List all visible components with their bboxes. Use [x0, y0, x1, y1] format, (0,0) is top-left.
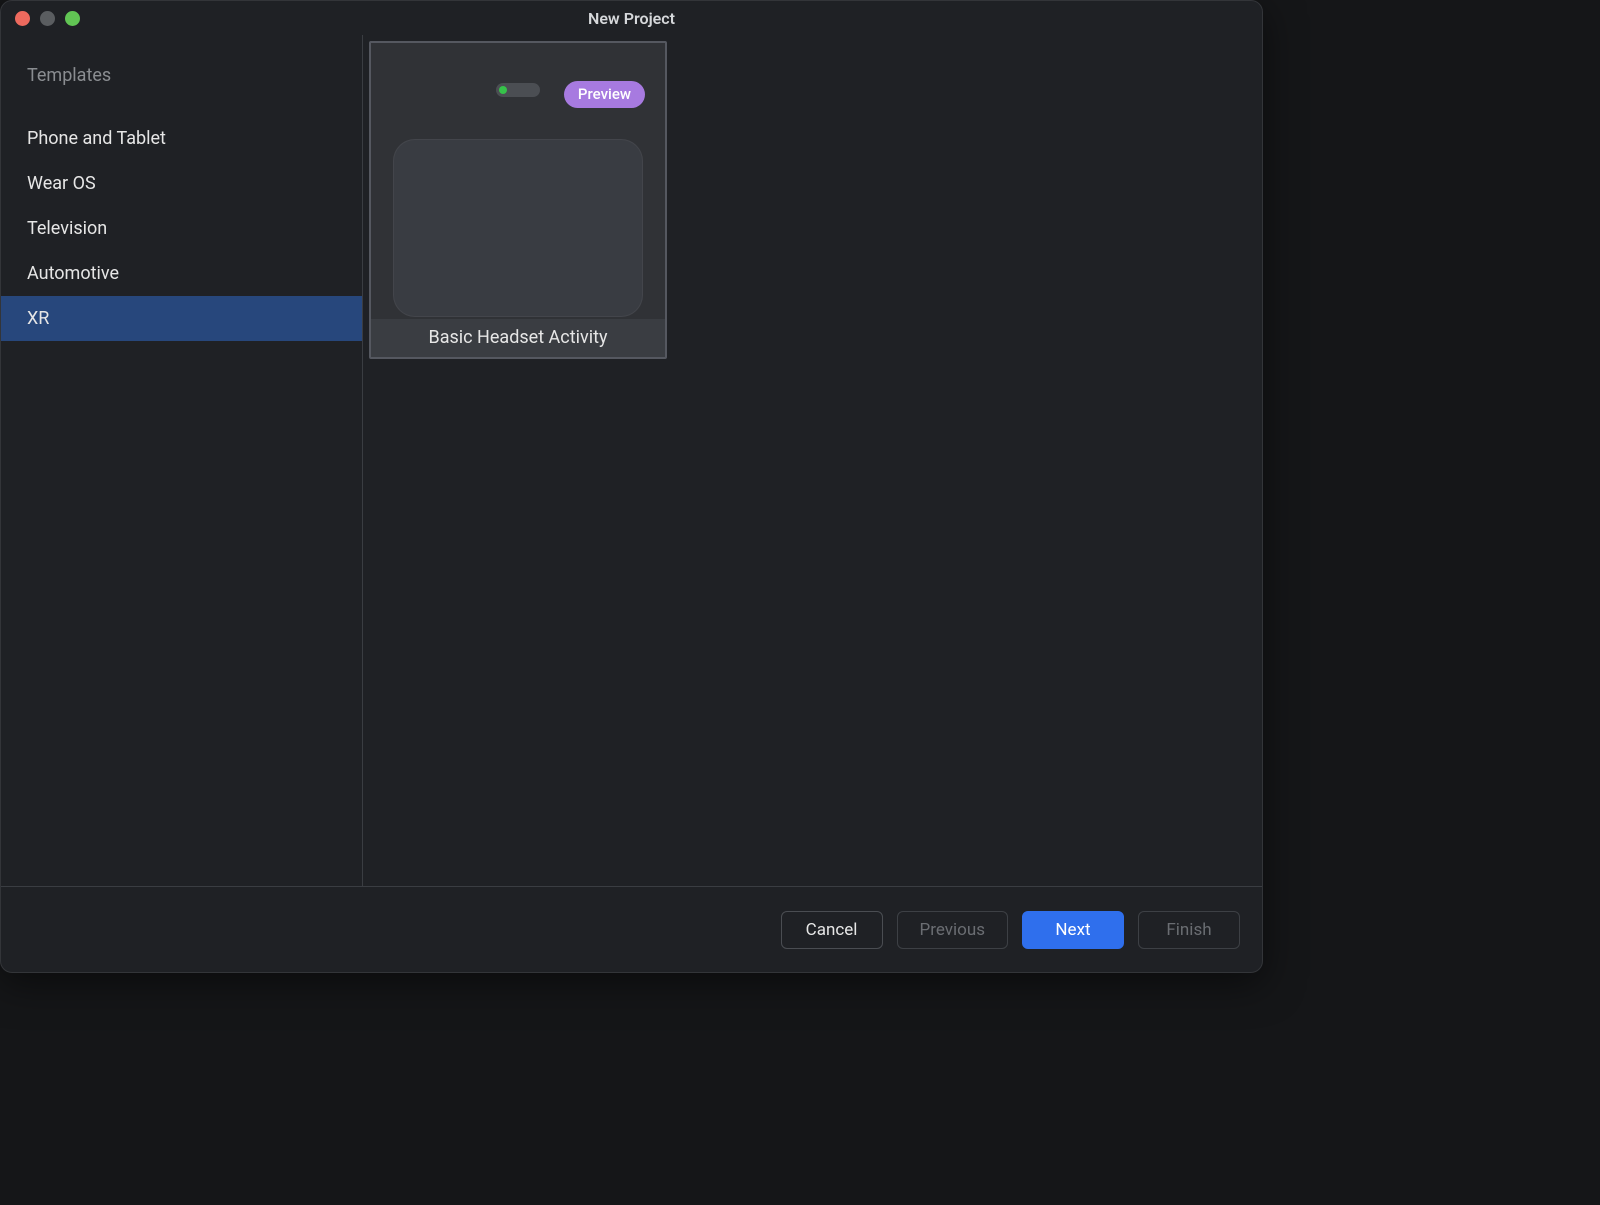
previous-button: Previous — [897, 911, 1008, 949]
template-card-basic-headset-activity[interactable]: Preview Basic Headset Activity — [369, 41, 667, 359]
new-project-dialog: New Project Templates Phone and Tablet W… — [0, 0, 1263, 973]
preview-badge: Preview — [564, 81, 645, 108]
window-title: New Project — [1, 9, 1262, 28]
sidebar-item-automotive[interactable]: Automotive — [1, 251, 362, 296]
headset-screen-icon — [393, 139, 643, 317]
minimize-window-icon[interactable] — [40, 11, 55, 26]
dialog-footer: Cancel Previous Next Finish — [1, 886, 1262, 972]
sidebar-item-wear-os[interactable]: Wear OS — [1, 161, 362, 206]
sidebar-item-label: Television — [27, 218, 107, 239]
sidebar-item-label: XR — [27, 308, 49, 329]
sidebar-heading: Templates — [1, 65, 362, 116]
cancel-button[interactable]: Cancel — [781, 911, 883, 949]
status-dot-icon — [496, 83, 540, 97]
template-card-label: Basic Headset Activity — [371, 319, 665, 357]
window-controls — [1, 11, 80, 26]
titlebar: New Project — [1, 1, 1262, 35]
template-gallery: Preview Basic Headset Activity — [363, 35, 1262, 886]
close-window-icon[interactable] — [15, 11, 30, 26]
sidebar-item-xr[interactable]: XR — [1, 296, 362, 341]
next-button[interactable]: Next — [1022, 911, 1124, 949]
template-category-sidebar: Templates Phone and Tablet Wear OS Telev… — [1, 35, 363, 886]
sidebar-item-label: Automotive — [27, 263, 119, 284]
sidebar-item-label: Phone and Tablet — [27, 128, 166, 149]
sidebar-item-television[interactable]: Television — [1, 206, 362, 251]
template-thumbnail: Preview — [371, 43, 665, 319]
sidebar-item-label: Wear OS — [27, 173, 96, 194]
zoom-window-icon[interactable] — [65, 11, 80, 26]
finish-button: Finish — [1138, 911, 1240, 949]
sidebar-item-phone-and-tablet[interactable]: Phone and Tablet — [1, 116, 362, 161]
